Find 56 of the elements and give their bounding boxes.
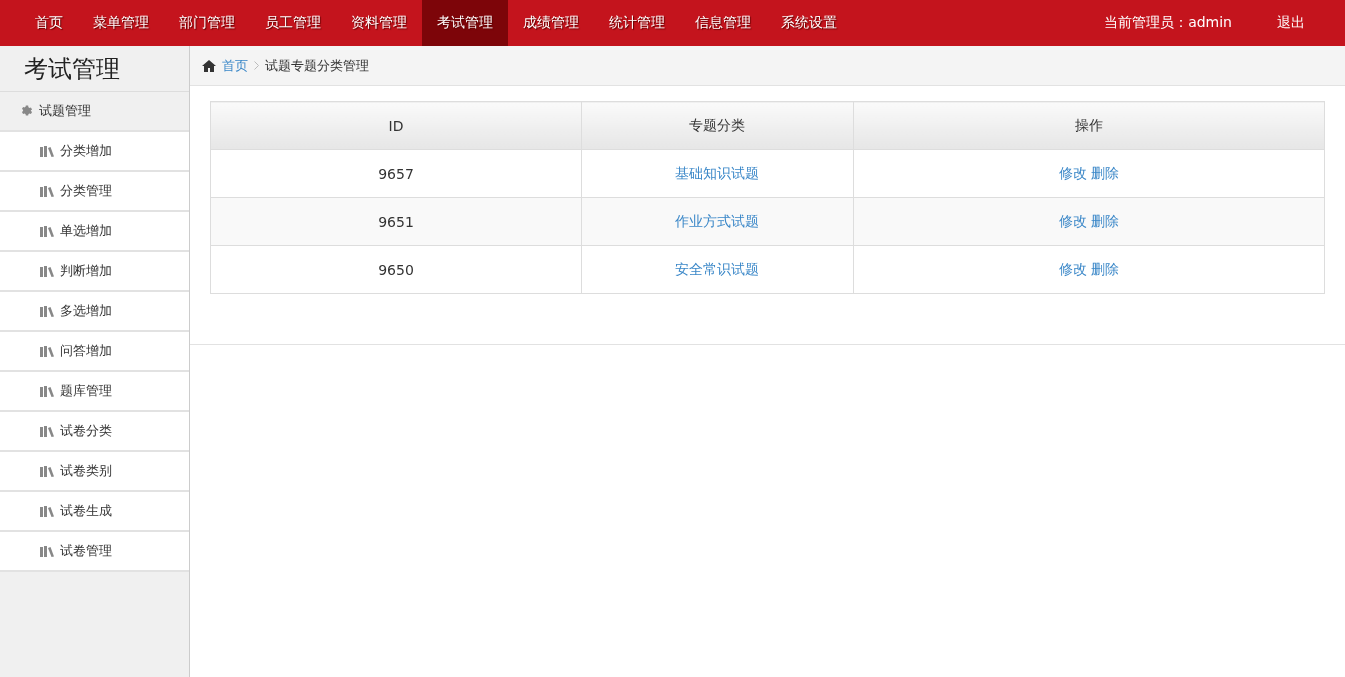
nav-tab[interactable]: 首页 (20, 0, 78, 46)
section-label: 试题管理 (39, 102, 91, 120)
category-link[interactable]: 作业方式试题 (675, 212, 760, 229)
action-link[interactable]: 修改 (1058, 260, 1087, 279)
nav-tab[interactable]: 成绩管理 (508, 0, 594, 46)
nav-tab[interactable]: 菜单管理 (78, 0, 164, 46)
nav-tab[interactable]: 统计管理 (594, 0, 680, 46)
books-icon (40, 305, 54, 317)
action-link[interactable]: 删除 (1090, 260, 1119, 279)
column-header: ID (210, 101, 582, 150)
nav-tab[interactable]: 员工管理 (250, 0, 336, 46)
books-icon (40, 345, 54, 357)
action-link[interactable]: 修改 (1058, 164, 1087, 183)
breadcrumb-current: 试题专题分类管理 (265, 56, 369, 75)
current-admin-label: 当前管理员：admin (1104, 13, 1233, 32)
sidebar-item[interactable]: 试卷分类 (0, 412, 189, 452)
home-icon (202, 59, 216, 72)
category-link[interactable]: 安全常识试题 (675, 260, 760, 277)
books-icon (40, 545, 54, 557)
column-header: 专题分类 (581, 101, 854, 150)
table-cell: 9657 (210, 149, 582, 198)
breadcrumb-home-link[interactable]: 首页 (222, 56, 248, 75)
sidebar-item[interactable]: 试卷生成 (0, 492, 189, 532)
sidebar-title: 考试管理 (0, 46, 189, 92)
action-link[interactable]: 修改 (1058, 212, 1087, 231)
books-icon (40, 425, 54, 437)
sidebar-item[interactable]: 问答增加 (0, 332, 189, 372)
nav-tab[interactable]: 考试管理 (422, 0, 508, 46)
books-icon (40, 465, 54, 477)
chevron-icon (254, 61, 259, 70)
sidebar-item[interactable]: 多选增加 (0, 292, 189, 332)
action-link[interactable]: 删除 (1090, 164, 1119, 183)
nav-tab[interactable]: 系统设置 (766, 0, 852, 46)
books-icon (40, 185, 54, 197)
column-header: 操作 (853, 101, 1325, 150)
books-icon (40, 505, 54, 517)
table-cell: 9650 (210, 245, 582, 294)
books-icon (40, 385, 54, 397)
books-icon (40, 225, 54, 237)
nav-tab[interactable]: 资料管理 (336, 0, 422, 46)
sidebar-item[interactable]: 试卷管理 (0, 532, 189, 572)
sidebar-item[interactable]: 判断增加 (0, 252, 189, 292)
books-icon (40, 265, 54, 277)
nav-tab[interactable]: 信息管理 (680, 0, 766, 46)
sidebar-item[interactable]: 分类管理 (0, 172, 189, 212)
action-link[interactable]: 删除 (1090, 212, 1119, 231)
books-icon (40, 145, 54, 157)
table-cell: 9651 (210, 197, 582, 246)
sidebar-item[interactable]: 分类增加 (0, 132, 189, 172)
sidebar-item[interactable]: 试卷类别 (0, 452, 189, 492)
settings-icon (20, 104, 34, 118)
sidebar-item[interactable]: 单选增加 (0, 212, 189, 252)
nav-tab[interactable]: 部门管理 (164, 0, 250, 46)
logout-link[interactable]: 退出 (1262, 0, 1345, 46)
category-link[interactable]: 基础知识试题 (675, 164, 760, 181)
sidebar-item[interactable]: 题库管理 (0, 372, 189, 412)
